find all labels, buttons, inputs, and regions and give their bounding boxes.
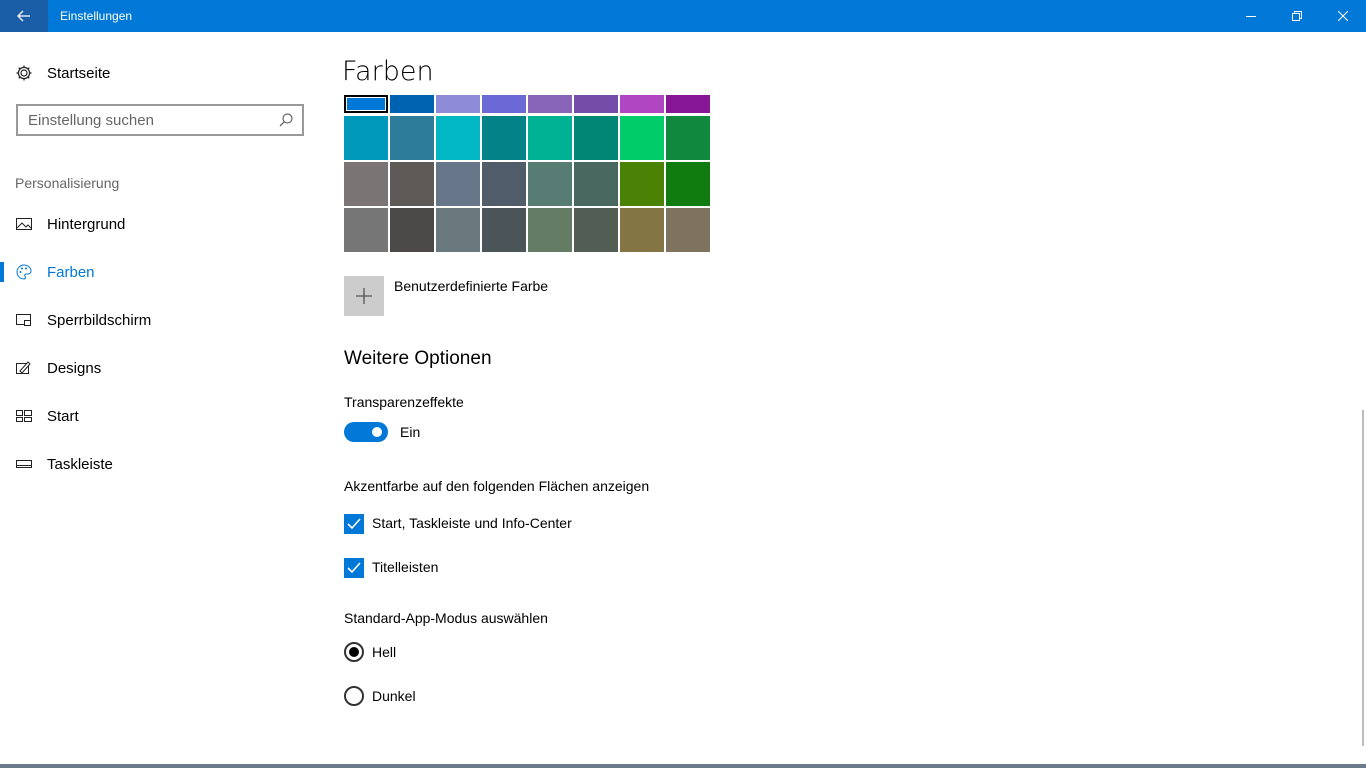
designs-icon <box>16 361 31 374</box>
color-swatch[interactable] <box>344 95 388 113</box>
checkbox-label[interactable]: Start, Taskleiste und Info-Center <box>372 515 572 531</box>
checkbox-start-taskbar[interactable] <box>344 514 364 534</box>
sidebar-item-label: Farben <box>47 263 95 281</box>
color-swatch[interactable] <box>528 95 572 113</box>
accent-surfaces-label: Akzentfarbe auf den folgenden Flächen an… <box>344 478 650 494</box>
back-button[interactable] <box>0 0 48 32</box>
page-title: Farben <box>342 56 434 87</box>
checkmark-icon <box>347 562 361 574</box>
color-swatch[interactable] <box>436 208 480 252</box>
app-mode-label: Standard-App-Modus auswählen <box>344 610 548 626</box>
search-box[interactable] <box>16 104 304 136</box>
color-swatch[interactable] <box>390 208 434 252</box>
color-swatch[interactable] <box>666 116 710 160</box>
sidebar-item-label: Taskleiste <box>47 455 113 473</box>
radio-label[interactable]: Dunkel <box>372 688 416 704</box>
color-swatch[interactable] <box>666 95 710 113</box>
color-swatch[interactable] <box>436 116 480 160</box>
category-heading: Personalisierung <box>15 175 120 191</box>
color-swatch[interactable] <box>666 162 710 206</box>
color-swatch[interactable] <box>482 116 526 160</box>
color-swatch[interactable] <box>344 162 388 206</box>
sidebar-item-label: Hintergrund <box>47 215 126 233</box>
sidebar-item-designs[interactable]: Designs <box>0 348 320 388</box>
color-swatch[interactable] <box>528 116 572 160</box>
checkbox-titlebars[interactable] <box>344 558 364 578</box>
color-swatch[interactable] <box>620 162 664 206</box>
radio-light[interactable] <box>344 642 364 662</box>
plus-icon <box>356 288 372 304</box>
sidebar-item-label: Sperrbildschirm <box>47 311 152 329</box>
sidebar-item-taskleiste[interactable]: Taskleiste <box>0 444 320 484</box>
active-indicator <box>0 262 4 282</box>
start-tiles-icon <box>16 410 32 422</box>
home-label: Startseite <box>47 64 111 82</box>
color-swatch[interactable] <box>390 116 434 160</box>
title-bar: Einstellungen <box>0 0 1366 32</box>
radio-dot <box>349 647 359 657</box>
color-swatch[interactable] <box>620 116 664 160</box>
checkbox-label[interactable]: Titelleisten <box>372 559 438 575</box>
custom-color-label[interactable]: Benutzerdefinierte Farbe <box>394 278 548 294</box>
color-swatch[interactable] <box>620 208 664 252</box>
search-input[interactable] <box>18 106 268 134</box>
checkmark-icon <box>347 518 361 530</box>
picture-icon <box>16 218 32 230</box>
color-swatch[interactable] <box>574 162 618 206</box>
sidebar-item-label: Start <box>47 407 79 425</box>
radio-dark[interactable] <box>344 686 364 706</box>
color-swatch[interactable] <box>344 116 388 160</box>
taskbar-icon <box>16 460 32 468</box>
color-swatch[interactable] <box>574 116 618 160</box>
color-swatch[interactable] <box>390 162 434 206</box>
color-swatch[interactable] <box>344 208 388 252</box>
arrow-left-icon <box>17 10 30 22</box>
color-swatch[interactable] <box>620 95 664 113</box>
restore-button[interactable] <box>1274 0 1320 32</box>
color-swatch[interactable] <box>482 162 526 206</box>
search-icon[interactable] <box>278 112 294 128</box>
custom-color-button[interactable] <box>344 276 384 316</box>
sidebar-item-hintergrund[interactable]: Hintergrund <box>0 204 320 244</box>
sidebar-item-sperrbildschirm[interactable]: Sperrbildschirm <box>0 300 320 340</box>
scrollbar[interactable] <box>1362 410 1364 746</box>
window-title: Einstellungen <box>60 9 133 23</box>
color-swatch[interactable] <box>528 162 572 206</box>
sidebar-item-start[interactable]: Start <box>0 396 320 436</box>
color-swatch[interactable] <box>390 95 434 113</box>
taskbar-edge <box>0 764 1366 768</box>
color-swatch[interactable] <box>528 208 572 252</box>
color-swatch[interactable] <box>574 95 618 113</box>
accent-color-grid <box>342 95 712 255</box>
color-swatch[interactable] <box>436 95 480 113</box>
color-swatch[interactable] <box>574 208 618 252</box>
palette-icon <box>16 264 32 280</box>
transparency-toggle[interactable] <box>344 422 388 442</box>
close-button[interactable] <box>1320 0 1366 32</box>
restore-icon <box>1292 11 1302 21</box>
minimize-button[interactable] <box>1228 0 1274 32</box>
more-options-heading: Weitere Optionen <box>344 348 492 369</box>
nav-home[interactable]: Startseite <box>15 62 110 84</box>
sidebar-item-label: Designs <box>47 359 102 377</box>
radio-label[interactable]: Hell <box>372 644 396 660</box>
color-swatch[interactable] <box>482 208 526 252</box>
transparency-state: Ein <box>400 424 421 440</box>
color-swatch[interactable] <box>666 208 710 252</box>
color-swatch[interactable] <box>482 95 526 113</box>
lock-screen-icon <box>16 314 31 326</box>
minimize-icon <box>1246 16 1256 17</box>
close-icon <box>1338 11 1348 21</box>
sidebar-item-farben[interactable]: Farben <box>0 252 320 292</box>
color-swatch[interactable] <box>436 162 480 206</box>
toggle-knob <box>372 427 382 437</box>
gear-icon <box>16 65 32 81</box>
transparency-label: Transparenzeffekte <box>344 394 464 410</box>
